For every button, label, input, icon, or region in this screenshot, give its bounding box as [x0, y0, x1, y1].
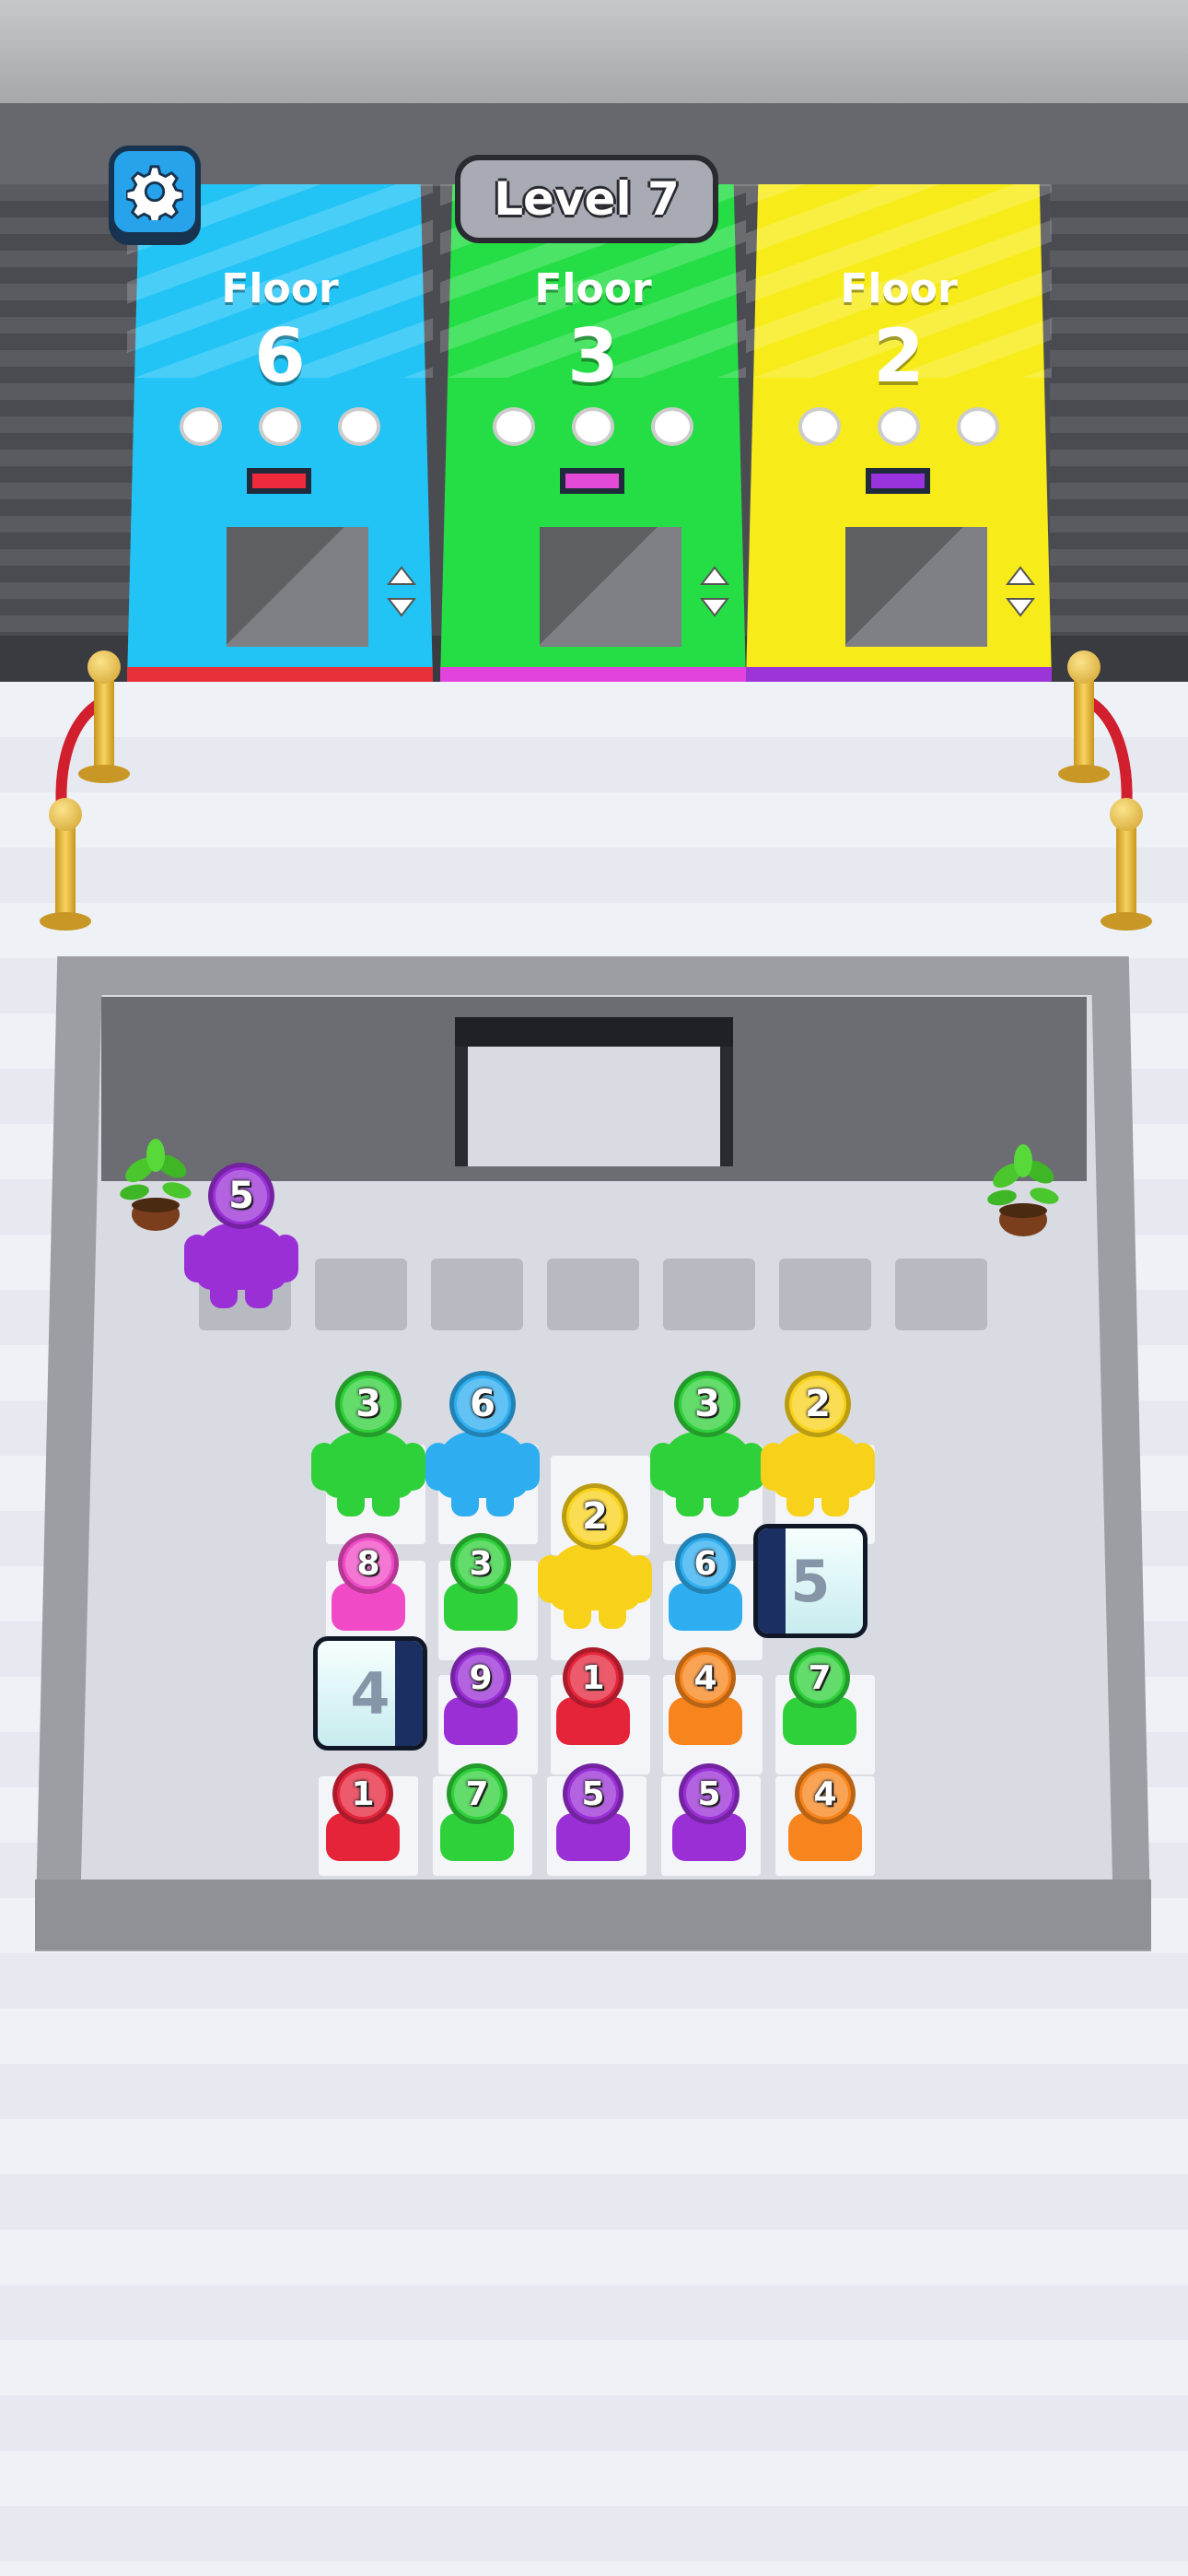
elevator-floor-6[interactable]: Floor 6	[127, 184, 433, 682]
queue-slot	[895, 1259, 987, 1330]
capacity-slot	[878, 407, 920, 446]
capacity-slots	[440, 407, 746, 446]
level-indicator: Level 7	[455, 155, 718, 243]
passenger-number: 9	[458, 1655, 504, 1701]
frozen-block-number: 5	[790, 1547, 831, 1615]
capacity-slots	[127, 407, 433, 446]
passenger-seated[interactable]: 3	[435, 1533, 527, 1634]
passenger-number: 8	[345, 1540, 391, 1587]
elevator-floor-2[interactable]: Floor 2	[746, 184, 1052, 682]
up-down-arrows-icon	[1005, 566, 1036, 617]
queue-slot	[315, 1259, 407, 1330]
frozen-block-number: 4	[350, 1659, 390, 1727]
capacity-slot	[798, 407, 841, 446]
queue-slot	[779, 1259, 871, 1330]
passenger-number: 1	[340, 1771, 386, 1817]
elevator-door	[838, 520, 995, 654]
passenger-number: 3	[458, 1540, 504, 1587]
queued-passenger: 5	[184, 1163, 298, 1310]
queue-slot	[547, 1259, 639, 1330]
passenger-number: 5	[686, 1771, 732, 1817]
passenger-seated[interactable]: 4	[659, 1647, 751, 1749]
passenger-seated[interactable]: 1	[547, 1647, 639, 1749]
up-down-arrows-icon	[386, 566, 417, 617]
passenger-seated[interactable]: 7	[431, 1763, 523, 1865]
elevator-door	[532, 520, 689, 654]
passenger-number: 3	[681, 1378, 733, 1430]
capacity-slot	[180, 407, 222, 446]
frozen-block[interactable]: 4	[313, 1636, 427, 1751]
elevator-floor-3[interactable]: Floor 3	[440, 184, 746, 682]
elevator-floor-number: 2	[873, 313, 925, 399]
room-front-wall	[35, 1879, 1151, 1950]
top-status-strip	[0, 0, 1188, 103]
passenger-standing[interactable]: 6	[425, 1371, 540, 1518]
elevator-floor-number: 3	[567, 313, 619, 399]
elevator-color-indicator	[866, 468, 930, 494]
up-down-arrows-icon	[699, 566, 730, 617]
potted-plant-icon	[987, 1144, 1059, 1236]
capacity-slot	[259, 407, 301, 446]
elevator-door	[219, 520, 376, 654]
passenger-seated[interactable]: 4	[779, 1763, 871, 1865]
passenger-number: 6	[682, 1540, 728, 1587]
wall-right-panel	[1050, 184, 1188, 645]
passenger-number: 4	[802, 1771, 848, 1817]
rope-barrier-left	[55, 695, 111, 835]
passenger-number: 7	[454, 1771, 500, 1817]
room-doorway	[455, 1017, 733, 1166]
passenger-number: 5	[215, 1170, 267, 1222]
capacity-slot	[957, 407, 999, 446]
passenger-seated[interactable]: 5	[663, 1763, 755, 1865]
passenger-seated[interactable]: 5	[547, 1763, 639, 1865]
passenger-seated[interactable]: 1	[317, 1763, 409, 1865]
passenger-number: 6	[457, 1378, 508, 1430]
passenger-standing[interactable]: 3	[650, 1371, 764, 1518]
queue-slot	[431, 1259, 523, 1330]
settings-button[interactable]	[109, 146, 201, 238]
passenger-number: 3	[343, 1378, 394, 1430]
passenger-standing[interactable]: 2	[538, 1483, 652, 1631]
passenger-number: 7	[797, 1655, 843, 1701]
frozen-block[interactable]: 5	[753, 1524, 868, 1638]
elevator-floor-label: Floor	[221, 265, 339, 312]
passenger-standing[interactable]: 2	[761, 1371, 875, 1518]
passenger-number: 5	[570, 1771, 616, 1817]
passenger-number: 2	[792, 1378, 844, 1430]
elevator-base-stripe	[440, 667, 746, 682]
elevator-color-indicator	[247, 468, 311, 494]
passenger-seated[interactable]: 7	[774, 1647, 866, 1749]
elevator-floor-label: Floor	[534, 265, 652, 312]
wall-left-panel	[0, 184, 138, 645]
elevator-base-stripe	[127, 667, 433, 682]
passenger-number: 2	[569, 1491, 621, 1542]
capacity-slot	[493, 407, 535, 446]
elevator-floor-label: Floor	[840, 265, 958, 312]
gear-icon	[126, 165, 183, 220]
capacity-slot	[651, 407, 693, 446]
capacity-slots	[746, 407, 1052, 446]
elevator-floor-number: 6	[254, 313, 306, 399]
elevator-base-stripe	[746, 667, 1052, 682]
queue-slot	[663, 1259, 755, 1330]
passenger-number: 1	[570, 1655, 616, 1701]
elevator-color-indicator	[560, 468, 624, 494]
capacity-slot	[572, 407, 614, 446]
passenger-number: 4	[682, 1655, 728, 1701]
passenger-seated[interactable]: 9	[435, 1647, 527, 1749]
passenger-standing[interactable]: 3	[311, 1371, 425, 1518]
capacity-slot	[338, 407, 380, 446]
passenger-seated[interactable]: 6	[659, 1533, 751, 1634]
passenger-seated[interactable]: 8	[322, 1533, 414, 1634]
